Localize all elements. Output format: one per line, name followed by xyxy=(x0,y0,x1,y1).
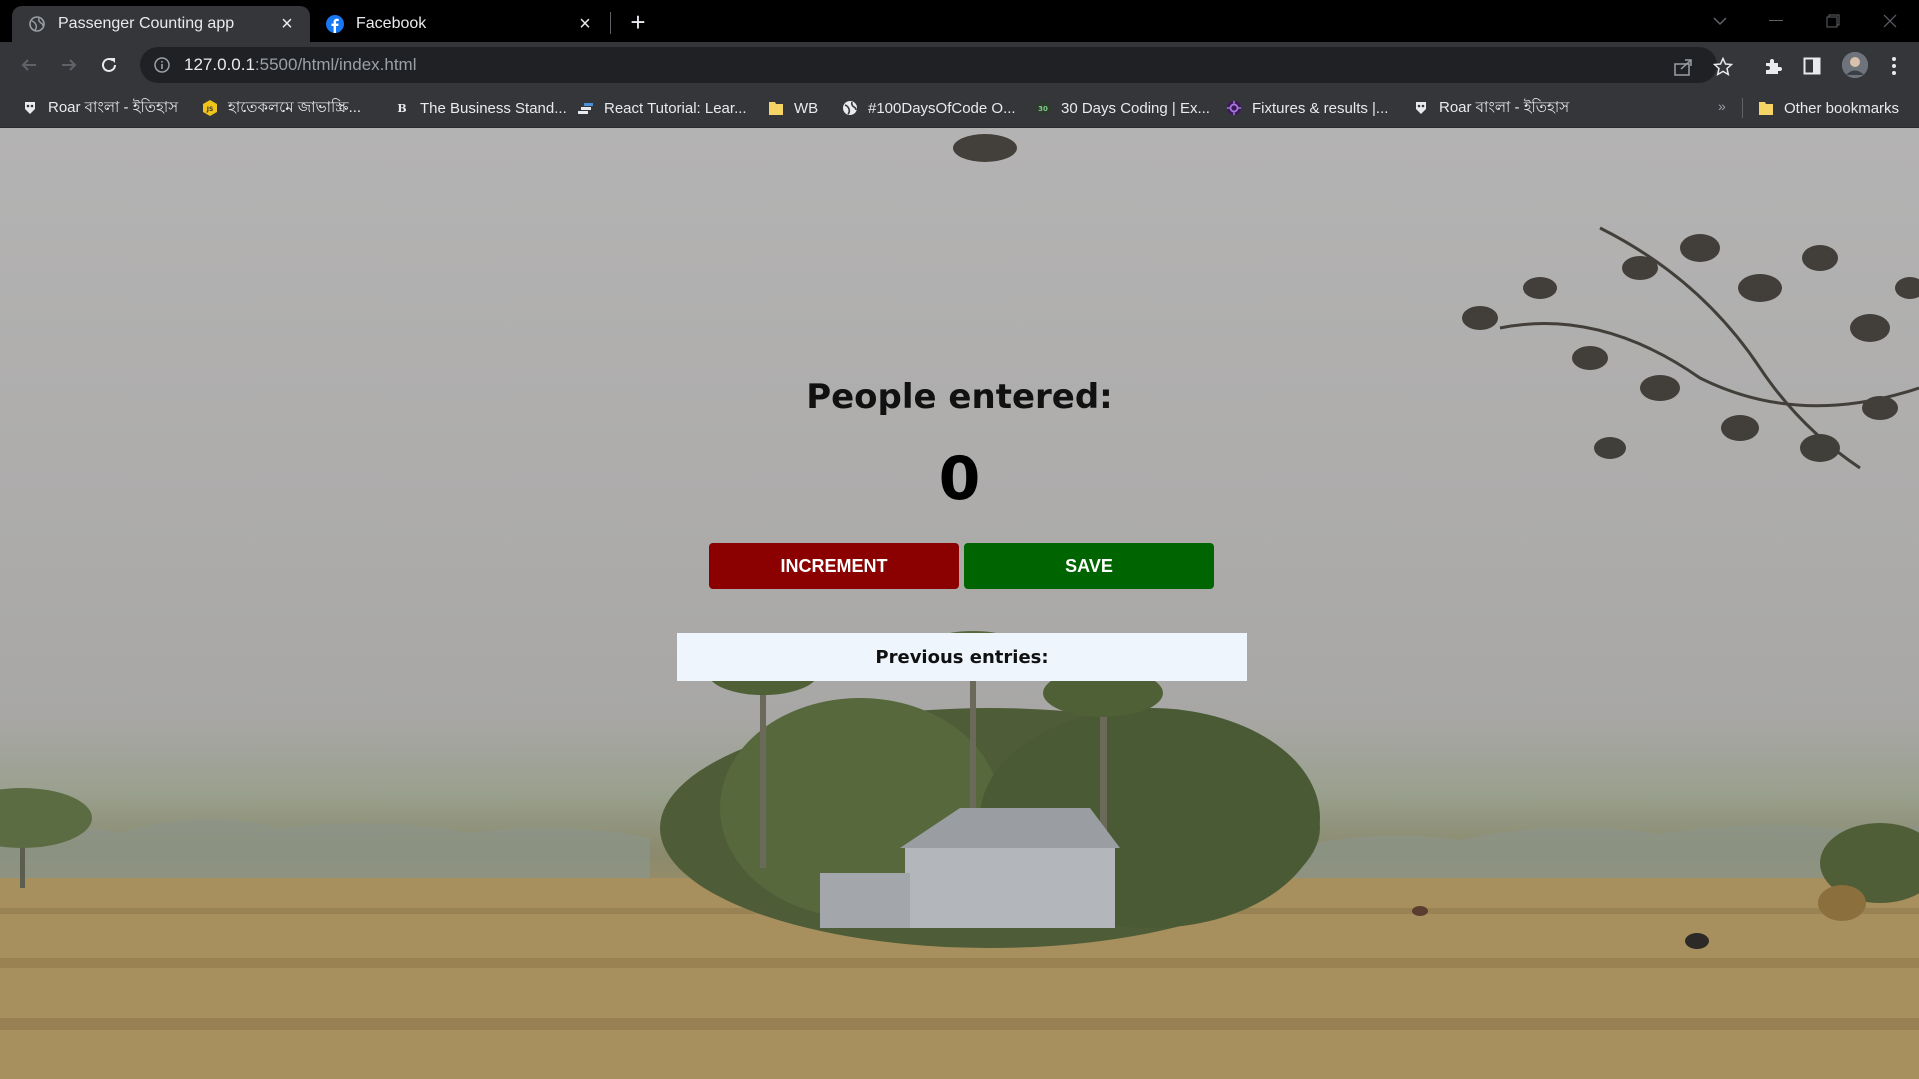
bookmark-star-icon[interactable] xyxy=(1712,56,1734,78)
facebook-icon xyxy=(326,15,344,33)
share-icon[interactable] xyxy=(1672,56,1694,78)
bookmark-js-bangla[interactable]: JS হাতেকলমে জাভাস্ক্রি... xyxy=(202,96,361,120)
increment-button[interactable]: INCREMENT xyxy=(709,543,959,589)
bookmark-100daysofcode[interactable]: #100DaysOfCode O... xyxy=(842,96,1016,120)
tab-strip: Passenger Counting app × Facebook × + xyxy=(0,0,1919,42)
page-viewport: People entered: 0 INCREMENT SAVE Previou… xyxy=(0,128,1919,1079)
bookmarks-bar: Roar বাংলা - ইতিহাস JS হাতেকলমে জাভাস্ক্… xyxy=(0,88,1919,128)
minimize-icon[interactable] xyxy=(1748,0,1804,42)
bookmark-roar-history-2[interactable]: Roar বাংলা - ইতিহাস xyxy=(1413,96,1569,120)
close-icon[interactable]: × xyxy=(278,13,296,35)
bookmark-other-bookmarks[interactable]: Other bookmarks xyxy=(1758,96,1899,120)
previous-entries-panel: Previous entries: xyxy=(677,633,1247,681)
folder-icon xyxy=(1758,100,1774,116)
url-host: 127.0.0.1 xyxy=(184,55,255,74)
tbs-icon: B xyxy=(397,101,407,115)
tab-search-icon[interactable] xyxy=(1692,0,1748,42)
bookmark-label: WB xyxy=(794,99,819,117)
bookmark-fixtures-results[interactable]: Fixtures & results |... xyxy=(1226,96,1388,120)
bookmark-label: Roar বাংলা - ইতিহাস xyxy=(1439,98,1570,116)
bookmark-label: 30 Days Coding | Ex... xyxy=(1061,99,1210,117)
forward-icon[interactable] xyxy=(53,49,85,81)
tab-separator xyxy=(610,12,611,34)
js-icon: JS xyxy=(202,100,218,116)
reload-icon[interactable] xyxy=(93,49,125,81)
bookmark-roar-history[interactable]: Roar বাংলা - ইতিহাস xyxy=(22,96,178,120)
address-bar[interactable]: 127.0.0.1:5500/html/index.html xyxy=(140,47,1717,83)
svg-text:JS: JS xyxy=(206,106,214,113)
profile-avatar[interactable] xyxy=(1842,52,1868,78)
bookmark-label: Other bookmarks xyxy=(1784,99,1900,117)
bookmark-label: The Business Stand... xyxy=(420,99,567,117)
count-display: 0 xyxy=(938,444,981,514)
folder-icon xyxy=(768,100,784,116)
bookmark-folder-wb[interactable]: WB xyxy=(768,96,818,120)
roar-icon xyxy=(22,100,38,116)
restore-icon[interactable] xyxy=(1805,0,1861,42)
roar-icon xyxy=(1413,100,1429,116)
close-icon[interactable]: × xyxy=(576,13,594,35)
thirty-days-icon: 30 xyxy=(1035,100,1051,116)
bookmark-label: Fixtures & results |... xyxy=(1252,99,1389,117)
bookmark-label: হাতেকলমে জাভাস্ক্রি... xyxy=(228,98,362,116)
globe-icon xyxy=(842,100,858,116)
side-panel-icon[interactable] xyxy=(1800,54,1824,78)
bookmark-label: Roar বাংলা - ইতিহাস xyxy=(48,98,179,116)
react-tutorial-icon xyxy=(578,100,594,116)
bookmark-label: React Tutorial: Lear... xyxy=(604,99,747,117)
url-path: :5500/html/index.html xyxy=(254,55,417,74)
globe-icon xyxy=(28,15,46,33)
site-info-icon[interactable] xyxy=(152,55,172,75)
fixtures-icon xyxy=(1226,100,1242,116)
svg-text:30: 30 xyxy=(1038,105,1048,113)
tab-title: Facebook xyxy=(356,15,427,32)
bookmark-react-tutorial[interactable]: React Tutorial: Lear... xyxy=(578,96,747,120)
tab-title: Passenger Counting app xyxy=(58,15,235,32)
save-button[interactable]: SAVE xyxy=(964,543,1214,589)
browser-toolbar: 127.0.0.1:5500/html/index.html xyxy=(0,42,1919,88)
back-icon[interactable] xyxy=(13,49,45,81)
extensions-icon[interactable] xyxy=(1761,54,1785,78)
people-entered-heading: People entered: xyxy=(806,377,1113,417)
url-text: 127.0.0.1:5500/html/index.html xyxy=(184,55,417,75)
bookmarks-separator xyxy=(1742,98,1743,118)
tab-facebook[interactable]: Facebook × xyxy=(310,6,608,42)
previous-entries-label: Previous entries: xyxy=(875,646,1049,668)
background-landscape-image xyxy=(0,134,1919,1079)
bookmark-business-standard[interactable]: B The Business Stand... xyxy=(394,96,567,120)
bookmark-30-days-coding[interactable]: 30 30 Days Coding | Ex... xyxy=(1035,96,1210,120)
menu-dots-icon[interactable] xyxy=(1882,54,1906,78)
tab-passenger-counting[interactable]: Passenger Counting app × xyxy=(12,6,310,42)
window-close-icon[interactable] xyxy=(1862,0,1918,42)
bookmarks-overflow-icon[interactable]: » xyxy=(1718,98,1726,114)
new-tab-icon[interactable]: + xyxy=(624,7,652,37)
bookmark-label: #100DaysOfCode O... xyxy=(868,99,1016,117)
